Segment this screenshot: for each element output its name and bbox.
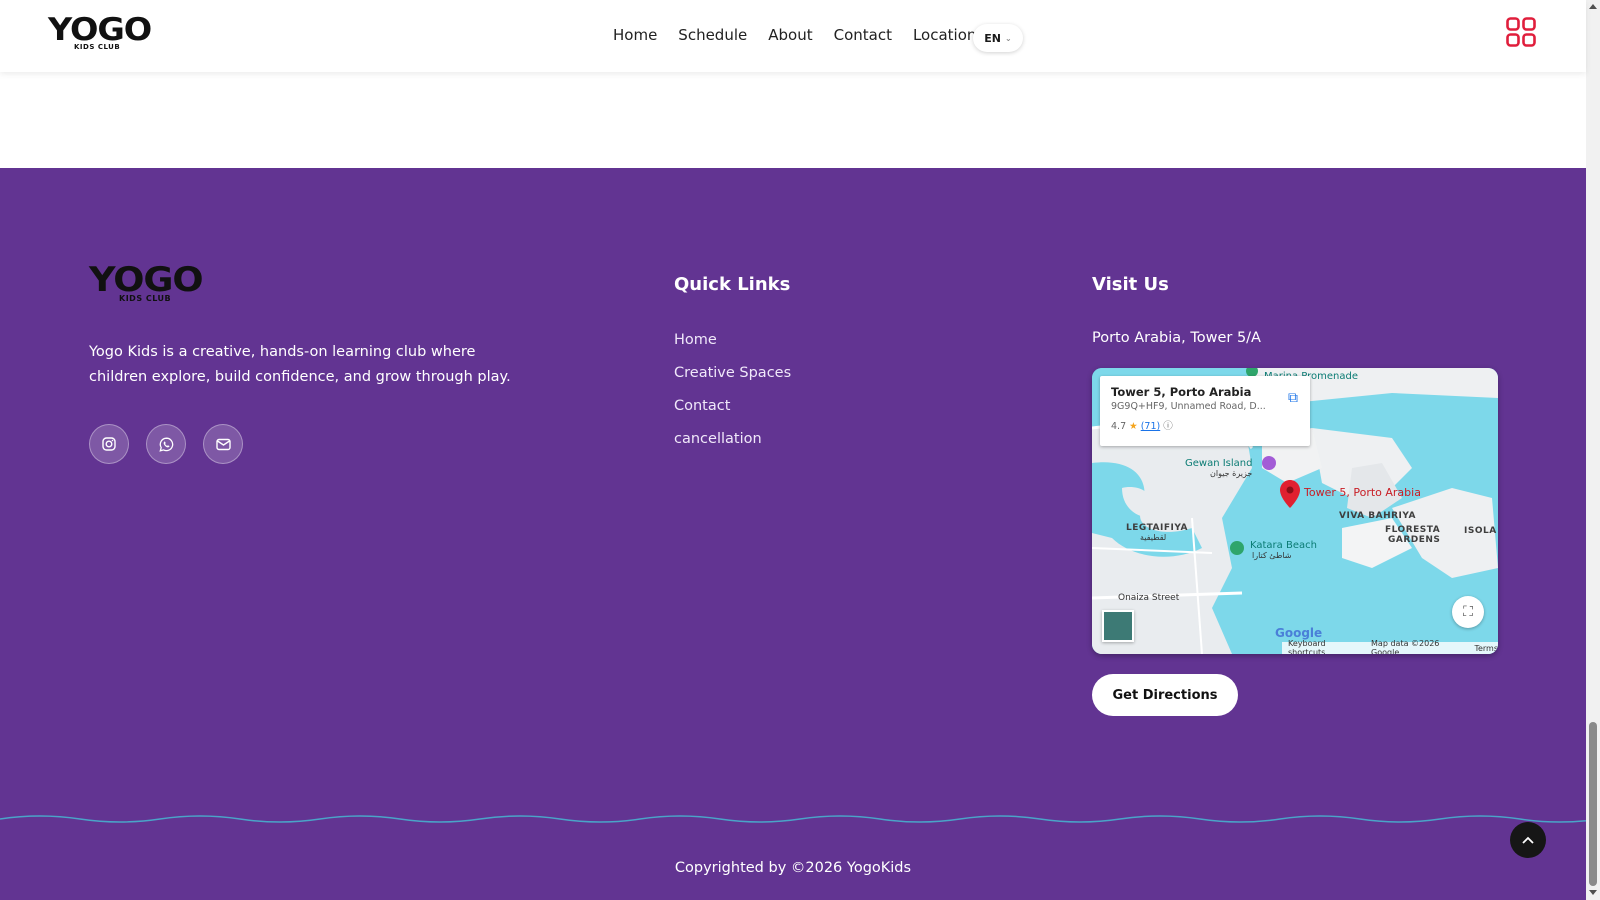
map-place-card: Tower 5, Porto Arabia 9G9Q+HF9, Unnamed … xyxy=(1100,376,1310,446)
map-label-gewan: Gewan Island xyxy=(1185,458,1253,469)
map-label-viva: VIVA BAHRIYA xyxy=(1339,511,1417,521)
map-rating-value: 4.7 xyxy=(1111,421,1127,432)
wave-divider xyxy=(0,815,1586,823)
nav-contact[interactable]: Contact xyxy=(834,26,892,44)
map-label-onaiza: Onaiza Street xyxy=(1118,593,1180,603)
copyright-text: Copyrighted by ©2026 YogoKids xyxy=(674,860,912,876)
social-links xyxy=(89,424,243,464)
terms-link[interactable]: Terms xyxy=(1474,644,1498,653)
site-header: YOGO KIDS CLUB Home Schedule About Conta… xyxy=(0,0,1586,72)
main-nav: Home Schedule About Contact Location xyxy=(613,26,976,44)
map-review-count[interactable]: (71) xyxy=(1141,421,1161,432)
chevron-up-icon xyxy=(1522,836,1534,844)
map-label-isola: ISOLA xyxy=(1464,526,1497,536)
whatsapp-button[interactable] xyxy=(146,424,186,464)
map-label-katara-ar: شاطئ كتارا xyxy=(1252,551,1292,560)
page-scrollbar[interactable] xyxy=(1586,0,1600,900)
visit-us-title: Visit Us xyxy=(1092,274,1169,295)
map-label-legtaifiya-ar: لقطيفية xyxy=(1140,533,1167,542)
whatsapp-icon xyxy=(158,437,173,452)
scroll-down-arrow[interactable] xyxy=(1589,890,1597,895)
map-place-address: 9G9Q+HF9, Unnamed Road, D... xyxy=(1111,401,1266,412)
mail-icon xyxy=(215,438,231,450)
map-label-gewan-ar: جزيرة جيوان xyxy=(1210,469,1253,478)
email-button[interactable] xyxy=(203,424,243,464)
star-icon: ★ xyxy=(1129,421,1138,432)
map-place-rating: 4.7 ★ (71) ⓘ xyxy=(1111,418,1299,432)
satellite-toggle[interactable] xyxy=(1102,610,1134,642)
instagram-icon xyxy=(102,437,116,451)
quick-link-creative-spaces[interactable]: Creative Spaces xyxy=(674,363,791,383)
keyboard-shortcuts-link[interactable]: Keyboard shortcuts xyxy=(1288,639,1361,654)
nav-about[interactable]: About xyxy=(768,26,812,44)
logo-wordmark: YOGO xyxy=(48,12,152,48)
map-attribution: Keyboard shortcuts Map data ©2026 Google… xyxy=(1282,639,1498,654)
map-place-title: Tower 5, Porto Arabia xyxy=(1111,385,1252,399)
apps-grid-icon[interactable] xyxy=(1506,17,1536,47)
map-label-katara: Katara Beach xyxy=(1250,540,1317,551)
footer-logo-wordmark: YOGO xyxy=(89,260,204,300)
quick-link-contact[interactable]: Contact xyxy=(674,396,791,416)
footer-logo[interactable]: YOGO KIDS CLUB xyxy=(89,263,209,308)
footer-about-text: Yogo Kids is a creative, hands-on learni… xyxy=(89,344,511,385)
language-label: EN xyxy=(984,31,1002,45)
instagram-button[interactable] xyxy=(89,424,129,464)
nav-home[interactable]: Home xyxy=(613,26,657,44)
quick-link-home[interactable]: Home xyxy=(674,330,791,350)
nav-location[interactable]: Location xyxy=(913,26,976,44)
address-text: Porto Arabia, Tower 5/A xyxy=(1092,330,1261,346)
header-logo[interactable]: YOGO KIDS CLUB xyxy=(48,15,152,55)
site-footer: YOGO KIDS CLUB Yogo Kids is a creative, … xyxy=(0,168,1586,900)
get-directions-button[interactable]: Get Directions xyxy=(1092,674,1238,716)
scroll-thumb[interactable] xyxy=(1589,722,1597,886)
map-label-tower: Tower 5, Porto Arabia xyxy=(1304,486,1421,499)
map-label-floresta: FLORESTA xyxy=(1385,525,1441,535)
map-label-legtaifiya: LEGTAIFIYA xyxy=(1126,523,1188,533)
info-icon[interactable]: ⓘ xyxy=(1163,421,1173,432)
language-selector[interactable]: EN ⌄ xyxy=(973,24,1023,52)
fullscreen-icon[interactable]: ⛶ xyxy=(1452,596,1484,628)
back-to-top-button[interactable] xyxy=(1510,822,1546,858)
nav-schedule[interactable]: Schedule xyxy=(678,26,747,44)
chevron-down-icon: ⌄ xyxy=(1005,33,1012,43)
quick-links-title: Quick Links xyxy=(674,274,791,295)
embedded-map[interactable]: Marina Promenade Gewan Island جزيرة جيوا… xyxy=(1092,368,1498,654)
quick-links-list: Home Creative Spaces Contact cancellatio… xyxy=(674,330,791,462)
scroll-up-arrow[interactable] xyxy=(1589,4,1597,9)
map-data-text: Map data ©2026 Google xyxy=(1371,639,1440,654)
google-logo: Google xyxy=(1275,626,1323,640)
open-external-icon[interactable]: ⧉ xyxy=(1288,390,1298,406)
map-label-gardens: GARDENS xyxy=(1388,535,1441,545)
quick-link-cancellation[interactable]: cancellation xyxy=(674,429,791,449)
